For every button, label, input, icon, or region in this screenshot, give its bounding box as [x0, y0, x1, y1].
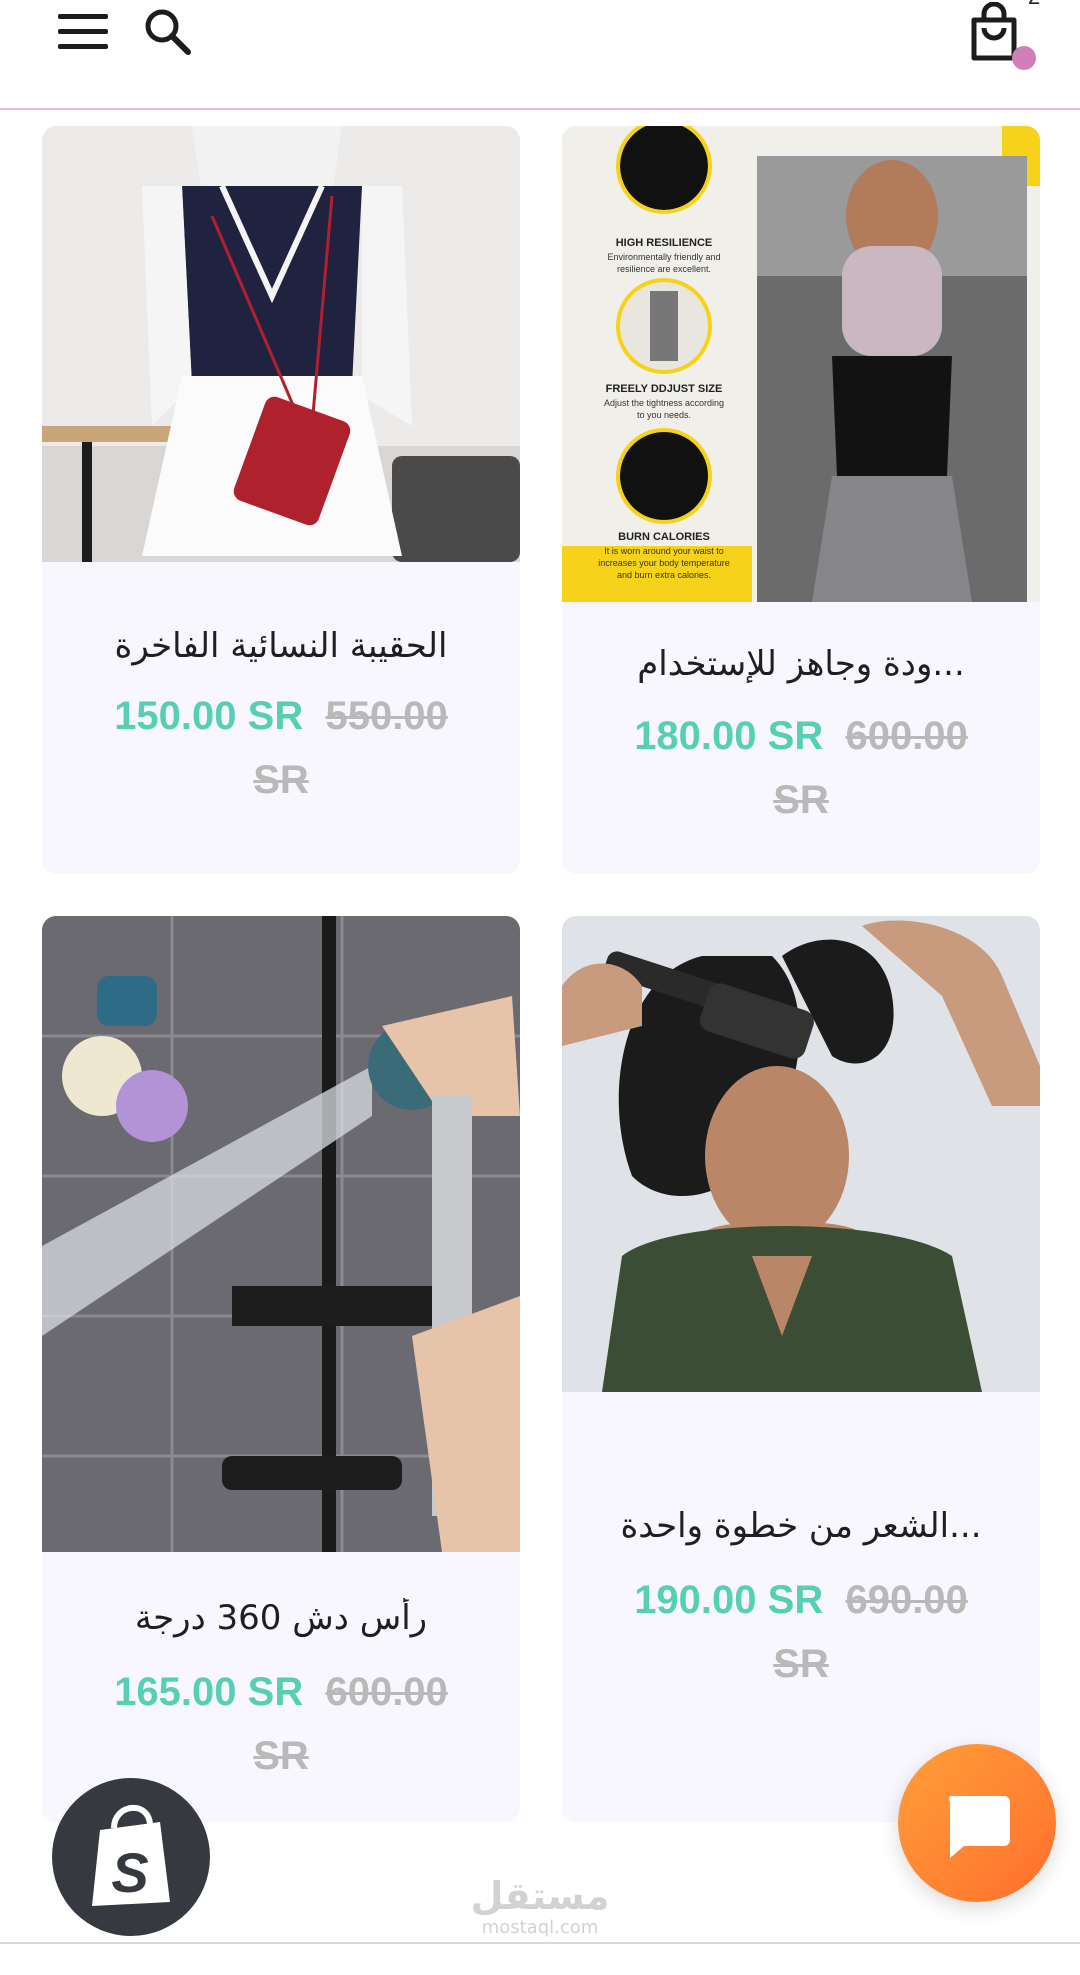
product-image-waist-trainer[interactable]: HIGH RESILIENCE Environmentally friendly…: [562, 126, 1040, 602]
feature-text: Adjust the tightness according: [604, 398, 724, 408]
product-prices: 180.00 SR 600.00 SR: [602, 704, 1000, 832]
watermark-latin: mostaql.com: [481, 1917, 599, 1938]
sale-price: 190.00 SR: [634, 1578, 824, 1622]
original-price: 550.00: [325, 694, 448, 738]
feature-text: and burn extra calories.: [617, 570, 711, 580]
product-image-shower-head[interactable]: [42, 916, 520, 1552]
feature-title: HIGH RESILIENCE: [616, 237, 713, 249]
feature-title: FREELY DDJUST SIZE: [606, 383, 723, 395]
sale-price: 180.00 SR: [634, 714, 824, 758]
original-price-currency: SR: [253, 1734, 309, 1778]
product-title[interactable]: ...الشعر من خطوة واحدة: [582, 1506, 1020, 1546]
watermark-arabic: مستقل: [470, 1874, 610, 1918]
product-title[interactable]: رأس دش 360 درجة: [62, 1598, 500, 1638]
original-price-currency: SR: [253, 758, 309, 802]
original-price: 600.00: [325, 1670, 448, 1714]
cart-count-badge: 2: [1028, 0, 1040, 10]
svg-text:S: S: [111, 1841, 148, 1904]
product-image-hair-brush[interactable]: [562, 916, 1040, 1392]
product-card-shower-head[interactable]: رأس دش 360 درجة 165.00 SR 600.00 SR: [42, 916, 520, 1822]
product-image-handbag[interactable]: [42, 126, 520, 562]
product-card-waist-trainer[interactable]: HIGH RESILIENCE Environmentally friendly…: [562, 126, 1040, 874]
feature-text: to you needs.: [637, 410, 691, 420]
chat-bubble-icon: [949, 1796, 1010, 1858]
chat-button[interactable]: [898, 1744, 1056, 1902]
feature-text: increases your body temperature: [598, 558, 730, 568]
product-title[interactable]: ...ودة وجاهز للإستخدام: [582, 644, 1020, 684]
cart-notification-dot: [1012, 46, 1036, 70]
top-header: 2: [0, 0, 1080, 110]
original-price-currency: SR: [773, 778, 829, 822]
mostaql-watermark: مستقل mostaql.com: [470, 1874, 610, 1938]
original-price-currency: SR: [773, 1642, 829, 1686]
shopify-badge[interactable]: S: [52, 1778, 210, 1936]
product-prices: 190.00 SR 690.00 SR: [602, 1568, 1000, 1696]
feature-text: Environmentally friendly and: [607, 252, 720, 262]
original-price: 690.00: [845, 1578, 968, 1622]
shopify-bag-icon: S: [92, 1805, 170, 1906]
search-icon[interactable]: [142, 6, 194, 58]
product-prices: 150.00 SR 550.00 SR: [82, 684, 480, 812]
product-card-handbag[interactable]: الحقيبة النسائية الفاخرة 150.00 SR 550.0…: [42, 126, 520, 874]
feature-text: It is worn around your waist to: [604, 546, 724, 556]
product-card-hair-brush[interactable]: ...الشعر من خطوة واحدة 190.00 SR 690.00 …: [562, 916, 1040, 1822]
sale-price: 150.00 SR: [114, 694, 304, 738]
hamburger-menu-icon[interactable]: [58, 14, 110, 50]
product-prices: 165.00 SR 600.00 SR: [82, 1660, 480, 1788]
original-price: 600.00: [845, 714, 968, 758]
product-title[interactable]: الحقيبة النسائية الفاخرة: [62, 626, 500, 666]
feature-title: BURN CALORIES: [618, 531, 710, 543]
feature-text: resilience are excellent.: [617, 264, 711, 274]
bottom-divider: [0, 1942, 1080, 1944]
sale-price: 165.00 SR: [114, 1670, 304, 1714]
